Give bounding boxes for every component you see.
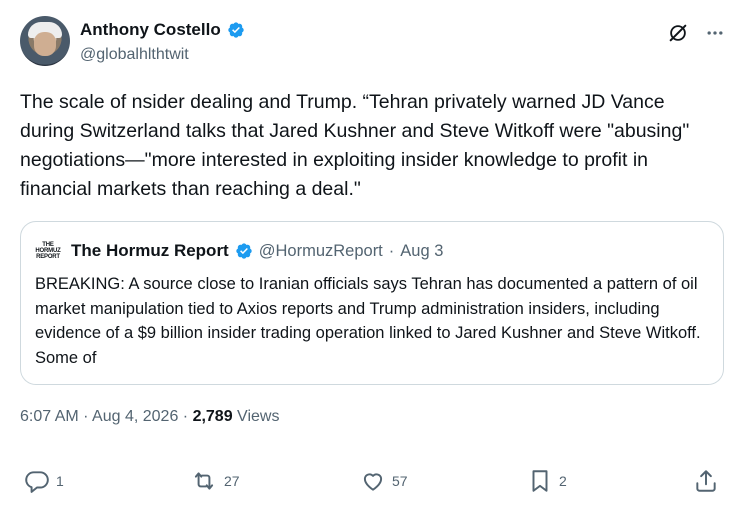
quoted-tweet-text: BREAKING: A source close to Iranian offi…	[35, 275, 701, 367]
reply-count: 1	[56, 473, 64, 489]
grok-icon[interactable]	[667, 22, 689, 44]
quoted-date[interactable]: Aug 3	[400, 242, 443, 261]
hormuz-report-logo: THE HORMUZ REPORT	[35, 240, 61, 262]
share-icon	[696, 470, 716, 492]
author-handle[interactable]: @globalhlthtwit	[80, 46, 189, 64]
tweet-time[interactable]: 6:07 AM	[20, 408, 79, 425]
reply-button[interactable]: 1	[24, 468, 64, 494]
bookmark-button[interactable]: 2	[527, 468, 567, 494]
meta-separator: ·	[178, 408, 193, 425]
bookmark-count: 2	[559, 473, 567, 489]
verified-badge-icon	[236, 243, 252, 259]
quoted-separator: ·	[388, 241, 395, 260]
tweet-date[interactable]: Aug 4, 2026	[92, 408, 178, 425]
author-name-row: Anthony Costello	[80, 20, 245, 40]
tweet-text: The scale of nsider dealing and Trump. “…	[20, 91, 690, 200]
repost-icon	[194, 472, 214, 490]
quoted-tweet[interactable]: THE HORMUZ REPORT The Hormuz Report @Hor…	[20, 221, 724, 385]
avatar[interactable]	[20, 16, 70, 66]
like-button[interactable]: 57	[360, 468, 408, 494]
bookmark-icon	[532, 470, 548, 492]
quoted-author-handle[interactable]: @HormuzReport	[259, 242, 383, 261]
quoted-tweet-header: THE HORMUZ REPORT The Hormuz Report @Hor…	[35, 240, 443, 262]
tweet-meta: 6:07 AM · Aug 4, 2026 · 2,789 Views	[20, 408, 279, 426]
author-name[interactable]: Anthony Costello	[80, 20, 221, 40]
like-count: 57	[392, 473, 408, 489]
more-icon[interactable]	[705, 23, 725, 43]
avatar-face	[34, 32, 56, 56]
repost-count: 27	[224, 473, 240, 489]
logo-line: REPORT	[36, 254, 60, 260]
share-button[interactable]	[693, 468, 719, 494]
reply-icon	[25, 471, 49, 493]
meta-separator: ·	[78, 408, 93, 425]
like-icon	[363, 473, 383, 491]
quoted-author-name[interactable]: The Hormuz Report	[71, 241, 229, 261]
action-bar: 1 27 57 2	[24, 468, 724, 496]
verified-badge-icon	[228, 22, 244, 38]
top-icons	[667, 22, 725, 44]
tweet-header: Anthony Costello @globalhlthtwit	[20, 16, 729, 68]
repost-button[interactable]: 27	[190, 468, 240, 494]
views-count: 2,789	[192, 408, 233, 425]
views-label: Views	[232, 408, 280, 425]
